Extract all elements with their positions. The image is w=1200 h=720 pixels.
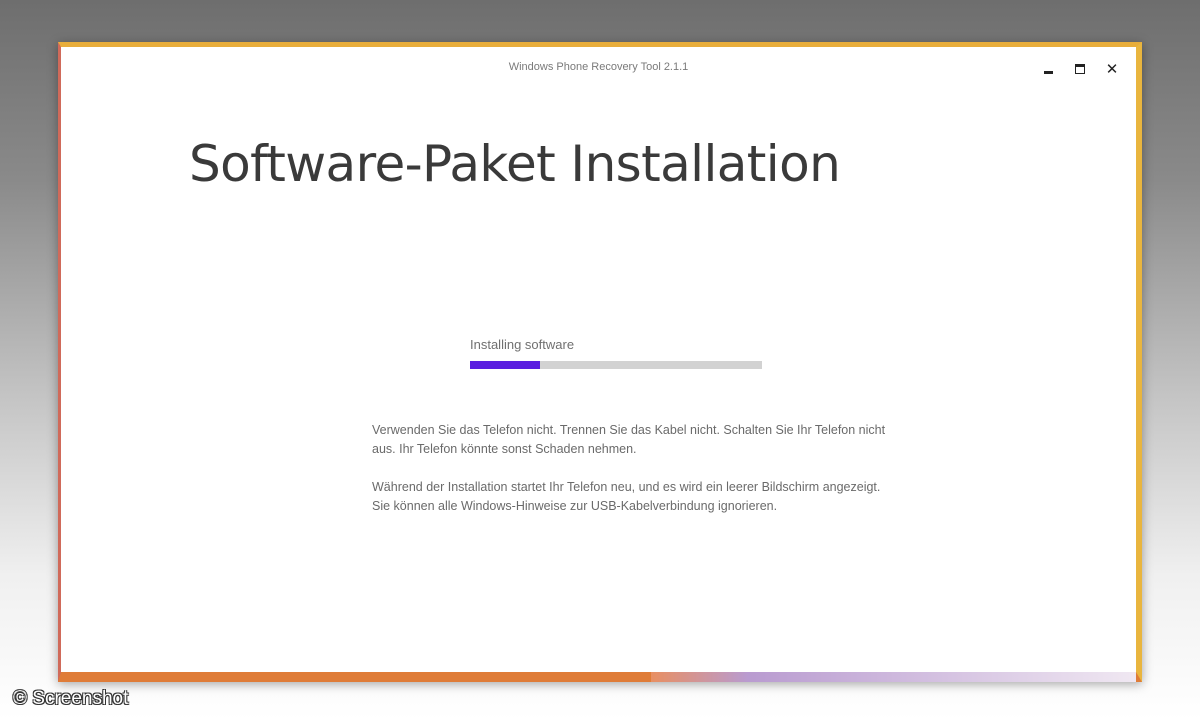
progress-bar [470,361,762,369]
progress-status-label: Installing software [470,337,575,352]
maximize-button[interactable] [1064,57,1096,81]
window-controls: ✕ [1032,57,1128,81]
warning-paragraph: Verwenden Sie das Telefon nicht. Trennen… [372,423,886,456]
watermark-text: © Screenshot [13,688,129,709]
app-window: Windows Phone Recovery Tool 2.1.1 ✕ Soft… [58,42,1142,682]
restart-notice-line: Während der Installation startet Ihr Tel… [372,480,881,494]
progress-bar-fill [470,361,541,369]
window-title: Windows Phone Recovery Tool 2.1.1 [508,61,689,73]
instructions-text: Verwenden Sie das Telefon nicht. Trennen… [372,421,892,516]
maximize-icon [1075,64,1085,74]
page-title: Software-Paket Installation [189,135,841,193]
close-button[interactable]: ✕ [1096,57,1128,81]
minimize-button[interactable] [1032,57,1064,81]
minimize-icon [1043,70,1053,74]
usb-notice-line: Sie können alle Windows-Hinweise zur USB… [372,499,778,513]
close-icon: ✕ [1105,60,1119,78]
